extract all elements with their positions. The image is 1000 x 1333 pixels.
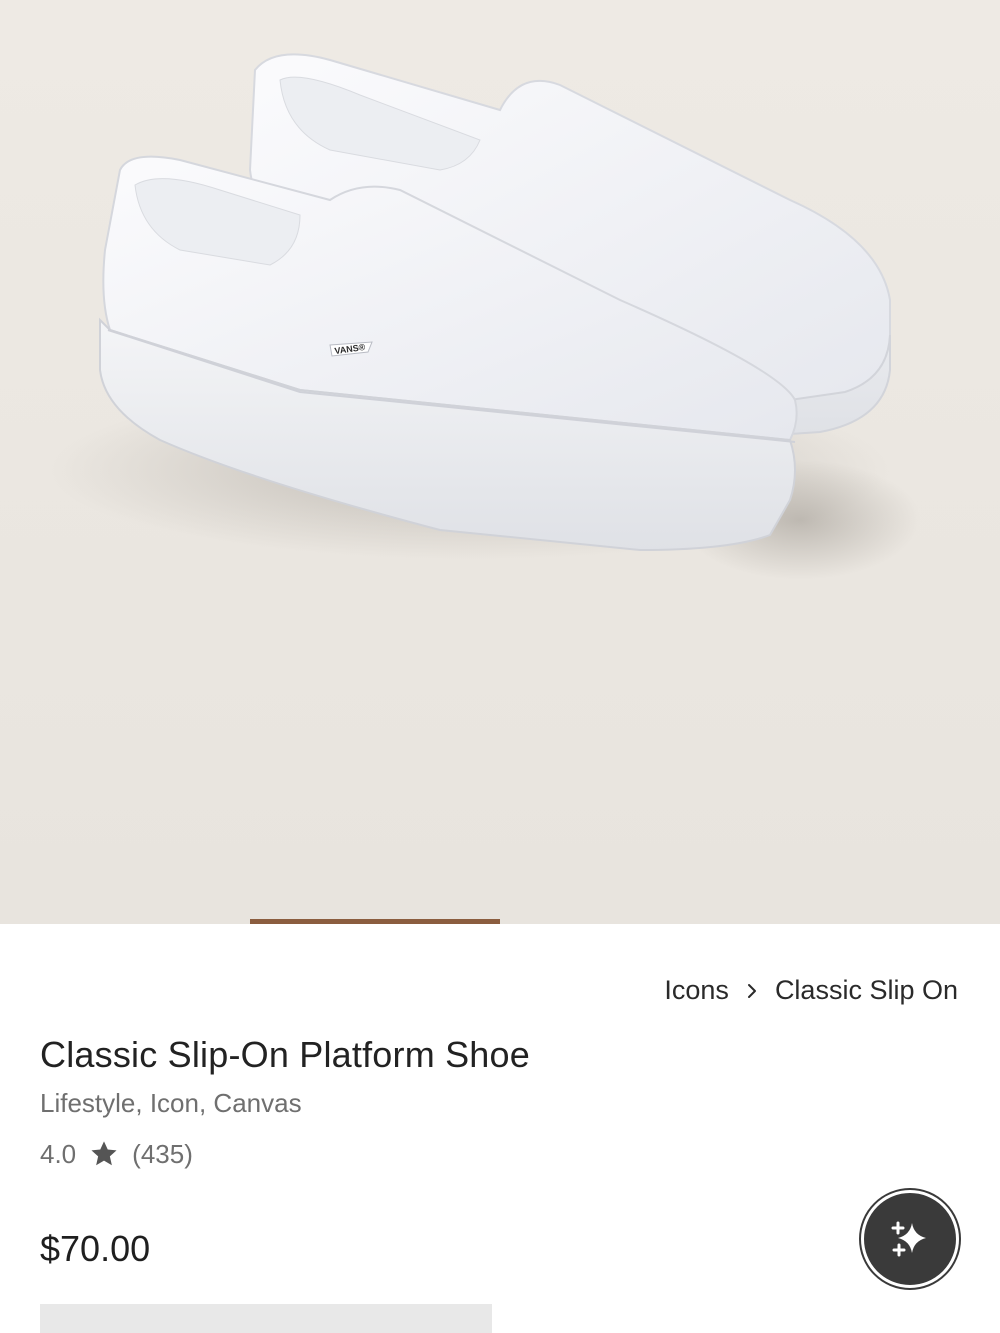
carousel-indicator [250,919,500,924]
chevron-right-icon [747,983,756,998]
product-photo: VANS® [0,0,1000,924]
assistant-button[interactable] [861,1190,959,1288]
review-count: (435) [132,1138,193,1169]
rating-value: 4.0 [40,1138,77,1169]
product-title: Classic Slip-On Platform Shoe [40,1034,530,1075]
product-image-gallery[interactable]: VANS® [0,0,1000,924]
breadcrumb: Icons Classic Slip On [664,975,958,1006]
product-price: $70.00 [40,1228,151,1269]
product-subtitle: Lifestyle, Icon, Canvas [40,1088,302,1118]
product-rating[interactable]: 4.0 (435) [40,1138,193,1170]
sparkle-icon [891,1221,926,1257]
star-icon [91,1141,117,1166]
breadcrumb-item-classic-slip-on[interactable]: Classic Slip On [775,975,958,1006]
next-section-peek [40,1304,492,1333]
breadcrumb-item-icons[interactable]: Icons [664,975,729,1006]
